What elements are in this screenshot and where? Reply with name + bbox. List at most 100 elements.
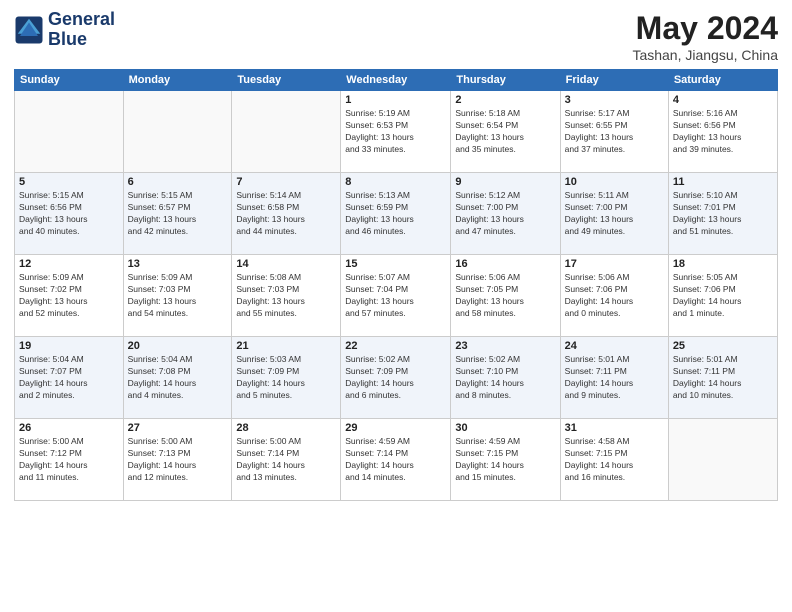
weekday-header: Wednesday	[341, 70, 451, 91]
day-info: Sunrise: 5:10 AMSunset: 7:01 PMDaylight:…	[673, 190, 773, 238]
day-number: 18	[673, 258, 773, 270]
day-number: 28	[236, 422, 336, 434]
day-number: 11	[673, 176, 773, 188]
logo-text: General Blue	[48, 10, 115, 50]
calendar-cell: 8Sunrise: 5:13 AMSunset: 6:59 PMDaylight…	[341, 173, 451, 255]
calendar-cell: 15 Sunrise: 5:07 AMSunset: 7:04 PMDayligh…	[341, 255, 451, 337]
calendar-cell	[15, 91, 124, 173]
day-info: Sunrise: 5:09 AMSunset: 7:02 PMDaylight:…	[19, 272, 119, 320]
day-info: Sunrise: 5:09 AMSunset: 7:03 PMDaylight:…	[128, 272, 228, 320]
calendar-cell: 27 Sunrise: 5:00 AMSunset: 7:13 PMDayligh…	[123, 419, 232, 501]
day-info: Sunrise: 5:19 AMSunset: 6:53 PMDaylight:…	[345, 108, 446, 156]
header: General Blue May 2024 Tashan, Jiangsu, C…	[14, 10, 778, 63]
day-number: 8	[345, 176, 446, 188]
calendar-cell: 3 Sunrise: 5:17 AMSunset: 6:55 PMDaylight…	[560, 91, 668, 173]
day-number: 10	[565, 176, 664, 188]
calendar-cell: 16Sunrise: 5:06 AMSunset: 7:05 PMDayligh…	[451, 255, 560, 337]
day-number: 7	[236, 176, 336, 188]
day-info: Sunrise: 5:08 AMSunset: 7:03 PMDaylight:…	[236, 272, 336, 320]
weekday-header: Sunday	[15, 70, 124, 91]
day-info: Sunrise: 4:59 AMSunset: 7:14 PMDaylight:…	[345, 436, 446, 484]
calendar-cell: 26 Sunrise: 5:00 AMSunset: 7:12 PMDayligh…	[15, 419, 124, 501]
day-number: 4	[673, 94, 773, 106]
day-number: 6	[128, 176, 228, 188]
day-number: 2	[455, 94, 555, 106]
day-number: 12	[19, 258, 119, 270]
day-number: 5	[19, 176, 119, 188]
day-number: 26	[19, 422, 119, 434]
day-info: Sunrise: 5:12 AMSunset: 7:00 PMDaylight:…	[455, 190, 555, 238]
logo-icon	[14, 15, 44, 45]
day-number: 20	[128, 340, 228, 352]
calendar-cell	[123, 91, 232, 173]
day-number: 17	[565, 258, 664, 270]
day-info: Sunrise: 5:04 AMSunset: 7:07 PMDaylight:…	[19, 354, 119, 402]
calendar-cell: 12 Sunrise: 5:09 AMSunset: 7:02 PMDayligh…	[15, 255, 124, 337]
day-info: Sunrise: 5:15 AMSunset: 6:57 PMDaylight:…	[128, 190, 228, 238]
calendar-cell: 17Sunrise: 5:06 AMSunset: 7:06 PMDayligh…	[560, 255, 668, 337]
weekday-header: Saturday	[668, 70, 777, 91]
day-info: Sunrise: 5:03 AMSunset: 7:09 PMDaylight:…	[236, 354, 336, 402]
day-number: 24	[565, 340, 664, 352]
calendar-cell: 20 Sunrise: 5:04 AMSunset: 7:08 PMDayligh…	[123, 337, 232, 419]
calendar-cell: 10Sunrise: 5:11 AMSunset: 7:00 PMDayligh…	[560, 173, 668, 255]
calendar-cell: 23 Sunrise: 5:02 AMSunset: 7:10 PMDayligh…	[451, 337, 560, 419]
day-info: Sunrise: 5:15 AMSunset: 6:56 PMDaylight:…	[19, 190, 119, 238]
day-number: 31	[565, 422, 664, 434]
calendar-cell: 9 Sunrise: 5:12 AMSunset: 7:00 PMDaylight…	[451, 173, 560, 255]
logo: General Blue	[14, 10, 115, 50]
day-number: 29	[345, 422, 446, 434]
calendar-cell: 25 Sunrise: 5:01 AMSunset: 7:11 PMDayligh…	[668, 337, 777, 419]
page: General Blue May 2024 Tashan, Jiangsu, C…	[0, 0, 792, 612]
day-info: Sunrise: 5:18 AMSunset: 6:54 PMDaylight:…	[455, 108, 555, 156]
day-number: 22	[345, 340, 446, 352]
calendar-table: SundayMondayTuesdayWednesdayThursdayFrid…	[14, 69, 778, 501]
weekday-header: Friday	[560, 70, 668, 91]
calendar-cell	[668, 419, 777, 501]
calendar-cell: 28Sunrise: 5:00 AMSunset: 7:14 PMDayligh…	[232, 419, 341, 501]
day-info: Sunrise: 4:58 AMSunset: 7:15 PMDaylight:…	[565, 436, 664, 484]
day-info: Sunrise: 5:00 AMSunset: 7:12 PMDaylight:…	[19, 436, 119, 484]
location: Tashan, Jiangsu, China	[632, 47, 778, 63]
day-number: 27	[128, 422, 228, 434]
calendar-cell: 11 Sunrise: 5:10 AMSunset: 7:01 PMDayligh…	[668, 173, 777, 255]
month-title: May 2024	[632, 10, 778, 47]
weekday-header: Monday	[123, 70, 232, 91]
calendar-cell: 29 Sunrise: 4:59 AMSunset: 7:14 PMDayligh…	[341, 419, 451, 501]
day-info: Sunrise: 5:04 AMSunset: 7:08 PMDaylight:…	[128, 354, 228, 402]
day-number: 21	[236, 340, 336, 352]
calendar-cell: 24 Sunrise: 5:01 AMSunset: 7:11 PMDayligh…	[560, 337, 668, 419]
calendar-cell: 21 Sunrise: 5:03 AMSunset: 7:09 PMDayligh…	[232, 337, 341, 419]
day-number: 19	[19, 340, 119, 352]
calendar-cell: 2 Sunrise: 5:18 AMSunset: 6:54 PMDaylight…	[451, 91, 560, 173]
day-number: 23	[455, 340, 555, 352]
day-number: 30	[455, 422, 555, 434]
calendar-cell: 4Sunrise: 5:16 AMSunset: 6:56 PMDaylight…	[668, 91, 777, 173]
day-number: 9	[455, 176, 555, 188]
weekday-header: Thursday	[451, 70, 560, 91]
calendar-cell: 22 Sunrise: 5:02 AMSunset: 7:09 PMDayligh…	[341, 337, 451, 419]
day-number: 1	[345, 94, 446, 106]
day-info: Sunrise: 5:01 AMSunset: 7:11 PMDaylight:…	[673, 354, 773, 402]
day-info: Sunrise: 5:17 AMSunset: 6:55 PMDaylight:…	[565, 108, 664, 156]
calendar-cell: 31 Sunrise: 4:58 AMSunset: 7:15 PMDayligh…	[560, 419, 668, 501]
day-number: 3	[565, 94, 664, 106]
calendar-cell: 13Sunrise: 5:09 AMSunset: 7:03 PMDayligh…	[123, 255, 232, 337]
day-info: Sunrise: 5:02 AMSunset: 7:10 PMDaylight:…	[455, 354, 555, 402]
day-info: Sunrise: 5:02 AMSunset: 7:09 PMDaylight:…	[345, 354, 446, 402]
day-info: Sunrise: 5:00 AMSunset: 7:13 PMDaylight:…	[128, 436, 228, 484]
day-info: Sunrise: 5:01 AMSunset: 7:11 PMDaylight:…	[565, 354, 664, 402]
day-info: Sunrise: 5:05 AMSunset: 7:06 PMDaylight:…	[673, 272, 773, 320]
day-info: Sunrise: 5:14 AMSunset: 6:58 PMDaylight:…	[236, 190, 336, 238]
calendar-cell: 30 Sunrise: 4:59 AMSunset: 7:15 PMDayligh…	[451, 419, 560, 501]
calendar-cell: 18 Sunrise: 5:05 AMSunset: 7:06 PMDayligh…	[668, 255, 777, 337]
day-info: Sunrise: 4:59 AMSunset: 7:15 PMDaylight:…	[455, 436, 555, 484]
title-block: May 2024 Tashan, Jiangsu, China	[632, 10, 778, 63]
day-number: 16	[455, 258, 555, 270]
calendar-cell: 7 Sunrise: 5:14 AMSunset: 6:58 PMDaylight…	[232, 173, 341, 255]
calendar-cell: 6 Sunrise: 5:15 AMSunset: 6:57 PMDaylight…	[123, 173, 232, 255]
calendar-cell: 19 Sunrise: 5:04 AMSunset: 7:07 PMDayligh…	[15, 337, 124, 419]
day-number: 25	[673, 340, 773, 352]
day-number: 15	[345, 258, 446, 270]
day-info: Sunrise: 5:07 AMSunset: 7:04 PMDaylight:…	[345, 272, 446, 320]
